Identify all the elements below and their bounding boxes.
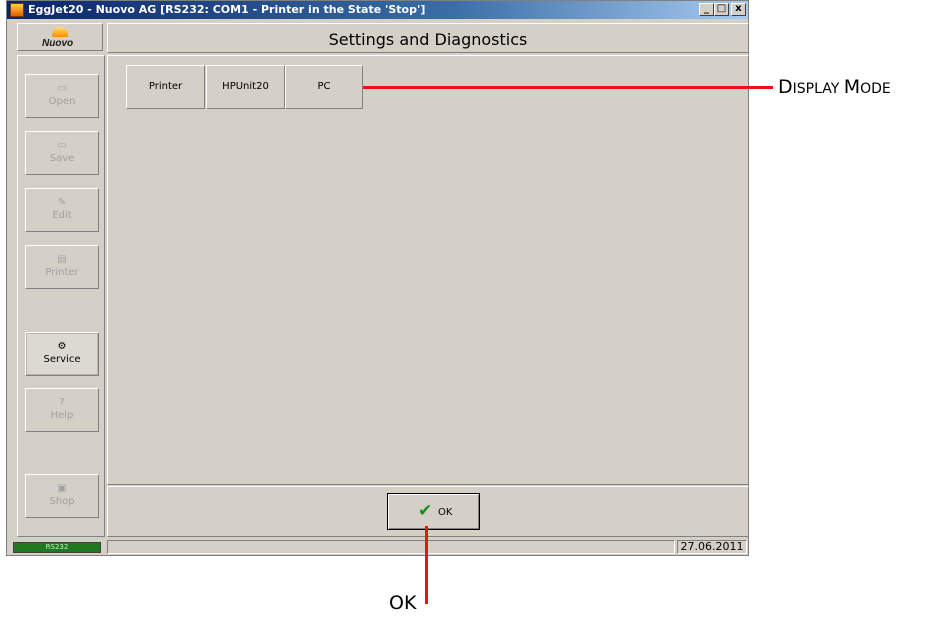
display-mode-pc-button[interactable]: PC [285,65,363,109]
sidebar-item-service[interactable]: ⚙ Service [25,332,99,376]
logo-panel: Nuovo [17,23,103,51]
help-icon: ? [59,397,65,408]
sidebar-item-shop[interactable]: ▣ Shop [25,474,99,518]
display-mode-callout-line [363,86,773,89]
sidebar-item-printer[interactable]: ▤ Printer [25,245,99,289]
ok-callout-text: OK [389,592,417,614]
status-message [107,540,675,554]
sidebar-item-label: Shop [49,496,75,507]
shop-icon: ▣ [57,483,67,494]
page-header: Settings and Diagnostics [107,23,749,53]
callout-letter: D [778,76,793,98]
logo-text: Nuovo [42,38,74,49]
close-button[interactable]: x [731,3,746,16]
sidebar-item-label: Open [48,96,76,107]
callout-letter: M [843,76,861,98]
title-bar[interactable]: EggJet20 - Nuovo AG [RS232: COM1 - Print… [7,1,748,19]
printer-icon: ▤ [57,254,67,265]
app-icon [10,3,24,17]
edit-icon: ✎ [57,197,67,208]
sidebar-item-open[interactable]: ▭ Open [25,74,99,118]
sidebar-item-label: Save [49,153,75,164]
main-content: Printer HPUnit20 PC [107,55,749,485]
sidebar: ▭ Open ▭ Save ✎ Edit ▤ Printer ⚙ Service… [17,55,105,537]
sidebar-item-save[interactable]: ▭ Save [25,131,99,175]
display-mode-hpunit20-button[interactable]: HPUnit20 [206,65,285,109]
button-bar: ✔ OK [107,486,749,537]
status-date: 27.06.2011 [677,540,747,554]
sidebar-item-label: Printer [45,267,79,278]
ok-callout-label: OK [389,592,416,614]
save-icon: ▭ [57,140,67,151]
sidebar-item-edit[interactable]: ✎ Edit [25,188,99,232]
display-mode-callout-label: DISPLAY MODE [778,76,891,98]
folder-icon: ▭ [57,83,67,94]
sidebar-item-label: Service [43,354,81,365]
connection-status: RS232 [13,542,101,553]
callout-text-part: ODE [860,81,891,97]
sidebar-item-label: Edit [52,210,72,221]
window-title: EggJet20 - Nuovo AG [RS232: COM1 - Print… [28,3,426,16]
maximize-button[interactable]: □ [714,3,729,16]
page-title: Settings and Diagnostics [328,30,528,49]
gear-icon: ⚙ [57,341,67,352]
logo-sun-icon [52,27,68,37]
application-window: EggJet20 - Nuovo AG [RS232: COM1 - Print… [6,0,749,556]
ok-button[interactable]: ✔ OK [387,493,480,530]
sidebar-item-label: Help [50,410,74,421]
sidebar-item-help[interactable]: ? Help [25,388,99,432]
ok-callout-line [425,526,428,604]
ok-button-label: OK [438,507,453,518]
display-mode-printer-button[interactable]: Printer [126,65,205,109]
minimize-button[interactable]: _ [699,3,714,16]
status-bar: RS232 27.06.2011 [7,539,748,555]
checkmark-icon: ✔ [418,501,433,521]
callout-text-part: ISPLAY [792,81,844,97]
